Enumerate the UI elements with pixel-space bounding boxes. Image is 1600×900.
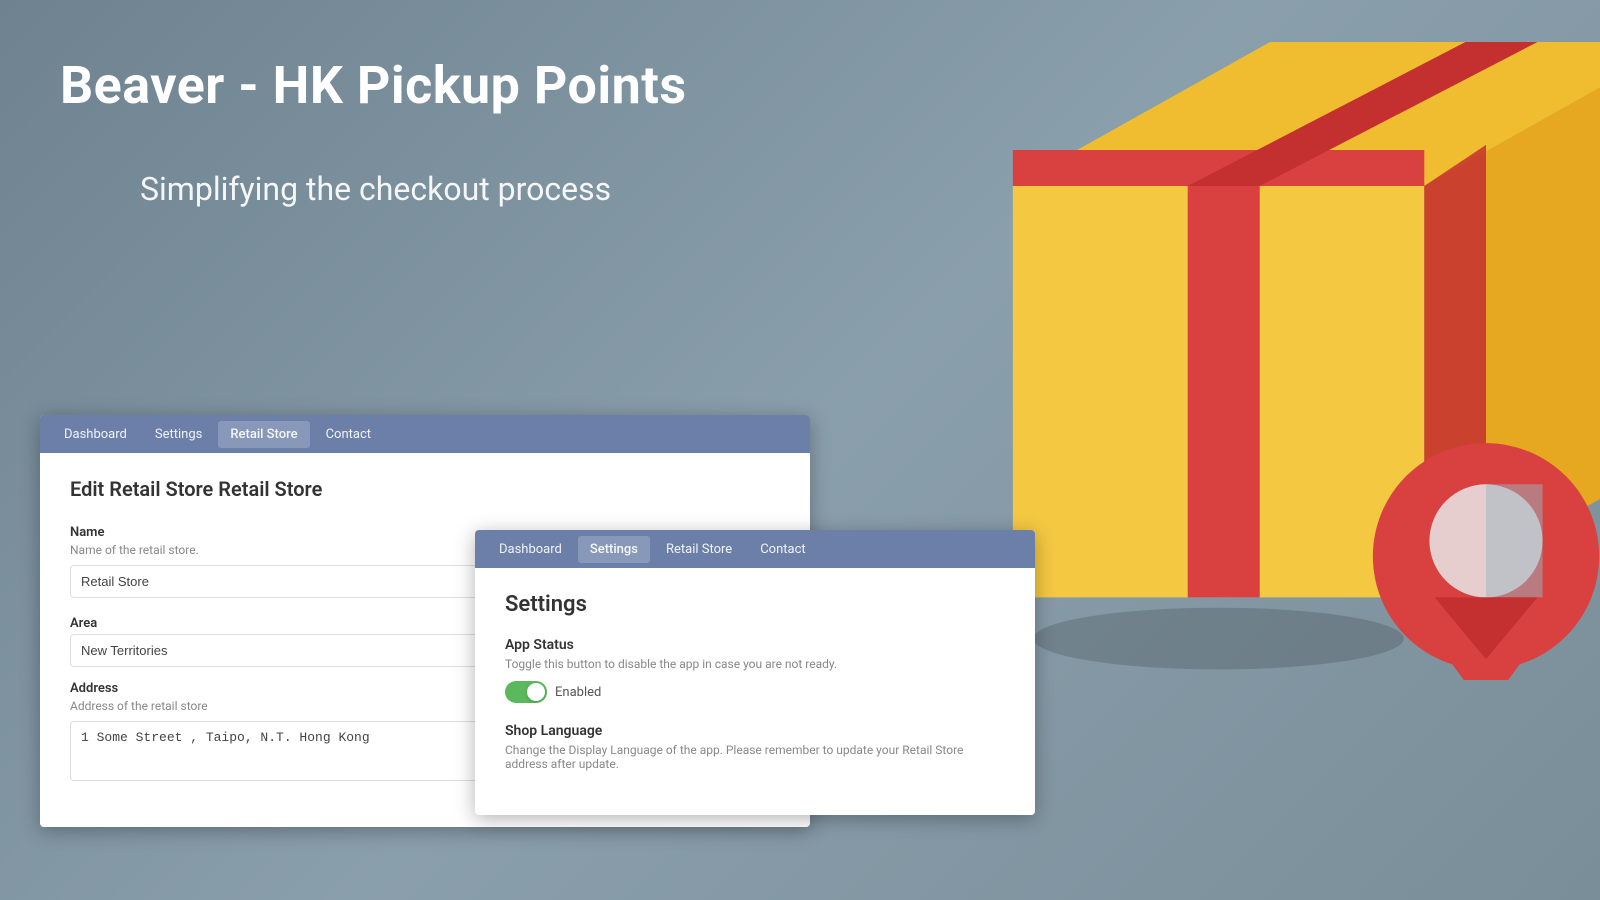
shop-language-title: Shop Language (505, 723, 1005, 739)
settings-content: Settings App Status Toggle this button t… (475, 568, 1035, 815)
nav-item-retail-front[interactable]: Retail Store (654, 536, 744, 563)
hero-title: Beaver - HK Pickup Points (60, 55, 687, 116)
nav-item-contact-back[interactable]: Contact (314, 421, 383, 448)
shop-language-section: Shop Language Change the Display Languag… (505, 723, 1005, 771)
settings-title: Settings (505, 592, 1005, 617)
app-status-title: App Status (505, 637, 1005, 653)
edit-form-title: Edit Retail Store Retail Store (70, 477, 780, 501)
toggle-label: Enabled (555, 685, 601, 700)
settings-window: Dashboard Settings Retail Store Contact … (475, 530, 1035, 815)
nav-item-settings-front[interactable]: Settings (578, 536, 650, 563)
toggle-container: Enabled (505, 681, 1005, 703)
nav-item-retail-back[interactable]: Retail Store (218, 421, 309, 448)
app-status-toggle[interactable] (505, 681, 547, 703)
shop-language-desc: Change the Display Language of the app. … (505, 743, 1005, 771)
app-status-section: App Status Toggle this button to disable… (505, 637, 1005, 703)
app-status-desc: Toggle this button to disable the app in… (505, 657, 1005, 671)
nav-item-dashboard-front[interactable]: Dashboard (487, 536, 574, 563)
nav-item-settings-back[interactable]: Settings (143, 421, 214, 448)
nav-bar-front: Dashboard Settings Retail Store Contact (475, 530, 1035, 568)
nav-bar-back: Dashboard Settings Retail Store Contact (40, 415, 810, 453)
hero-subtitle: Simplifying the checkout process (140, 170, 611, 208)
nav-item-dashboard-back[interactable]: Dashboard (52, 421, 139, 448)
nav-item-contact-front[interactable]: Contact (748, 536, 817, 563)
